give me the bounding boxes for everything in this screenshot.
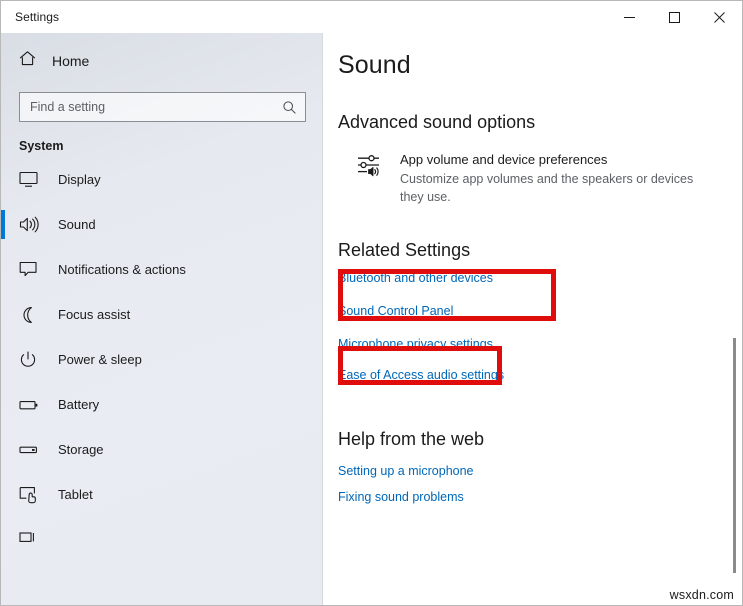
link-setting-up-a-microphone[interactable]: Setting up a microphone bbox=[338, 464, 742, 478]
moon-icon bbox=[19, 306, 41, 324]
page-title: Sound bbox=[338, 51, 742, 80]
power-icon bbox=[19, 351, 41, 369]
settings-window: Settings bbox=[0, 0, 743, 606]
watermark: wsxdn.com bbox=[670, 588, 734, 602]
link-sound-control-panel[interactable]: Sound Control Panel bbox=[338, 304, 453, 318]
help-links: Setting up a microphone Fixing sound pro… bbox=[338, 464, 742, 504]
advanced-sound-options-heading: Advanced sound options bbox=[338, 112, 742, 133]
sidebar-item-partial[interactable] bbox=[1, 517, 322, 562]
maximize-button[interactable] bbox=[652, 1, 697, 33]
window-controls bbox=[607, 1, 742, 33]
close-icon bbox=[714, 12, 725, 23]
help-from-the-web-heading: Help from the web bbox=[338, 429, 742, 450]
sidebar-home-label: Home bbox=[52, 53, 89, 69]
search-icon[interactable] bbox=[282, 100, 299, 115]
main-content: Sound Advanced sound options bbox=[323, 33, 742, 605]
maximize-icon bbox=[669, 12, 680, 23]
home-icon bbox=[19, 50, 36, 72]
app-volume-title: App volume and device preferences bbox=[400, 151, 710, 169]
related-settings-heading: Related Settings bbox=[338, 240, 470, 261]
sidebar-item-focus-assist[interactable]: Focus assist bbox=[1, 292, 322, 337]
search-input[interactable] bbox=[30, 100, 282, 114]
sidebar-item-power-sleep-label: Power & sleep bbox=[58, 352, 142, 367]
multitasking-icon bbox=[19, 532, 41, 548]
app-volume-mixer-icon bbox=[357, 151, 383, 206]
sidebar-item-notifications[interactable]: Notifications & actions bbox=[1, 247, 322, 292]
battery-icon bbox=[19, 398, 41, 412]
related-settings-section: Related Settings Bluetooth and other dev… bbox=[338, 240, 742, 382]
search-box[interactable] bbox=[19, 92, 306, 122]
main-scrollbar[interactable] bbox=[729, 33, 739, 605]
sidebar-item-battery-label: Battery bbox=[58, 397, 99, 412]
sidebar-item-storage-label: Storage bbox=[58, 442, 104, 457]
link-fixing-sound-problems[interactable]: Fixing sound problems bbox=[338, 490, 742, 504]
sidebar-item-storage[interactable]: Storage bbox=[1, 427, 322, 472]
window-body: Home System bbox=[1, 33, 742, 605]
link-bluetooth-and-other-devices[interactable]: Bluetooth and other devices bbox=[338, 271, 742, 285]
app-volume-description: Customize app volumes and the speakers o… bbox=[400, 170, 710, 206]
sidebar: Home System bbox=[1, 33, 323, 605]
sidebar-item-notifications-label: Notifications & actions bbox=[58, 262, 186, 277]
link-ease-of-access-audio-settings[interactable]: Ease of Access audio settings bbox=[338, 368, 742, 382]
sidebar-item-tablet[interactable]: Tablet bbox=[1, 472, 322, 517]
app-volume-device-preferences-item[interactable]: App volume and device preferences Custom… bbox=[338, 151, 742, 206]
advanced-sound-options-section: Advanced sound options bbox=[338, 112, 742, 206]
sidebar-item-sound-label: Sound bbox=[58, 217, 96, 232]
sidebar-item-battery[interactable]: Battery bbox=[1, 382, 322, 427]
app-volume-text-block: App volume and device preferences Custom… bbox=[400, 151, 710, 206]
display-icon bbox=[19, 171, 41, 188]
sidebar-item-display-label: Display bbox=[58, 172, 101, 187]
related-settings-links: Bluetooth and other devices Sound Contro… bbox=[338, 271, 742, 382]
sidebar-item-sound[interactable]: Sound bbox=[1, 202, 322, 247]
sidebar-item-display[interactable]: Display bbox=[1, 157, 322, 202]
notifications-icon bbox=[19, 261, 41, 278]
minimize-icon bbox=[624, 12, 635, 23]
main-scrollbar-thumb[interactable] bbox=[733, 338, 736, 573]
sidebar-group-title: System bbox=[19, 139, 322, 153]
sidebar-item-power-sleep[interactable]: Power & sleep bbox=[1, 337, 322, 382]
close-button[interactable] bbox=[697, 1, 742, 33]
help-from-the-web-section: Help from the web Setting up a microphon… bbox=[338, 429, 742, 504]
window-title: Settings bbox=[1, 10, 59, 24]
sidebar-item-home[interactable]: Home bbox=[1, 41, 322, 81]
tablet-icon bbox=[19, 486, 41, 504]
link-microphone-privacy-settings[interactable]: Microphone privacy settings bbox=[338, 337, 742, 351]
storage-icon bbox=[19, 443, 41, 456]
minimize-button[interactable] bbox=[607, 1, 652, 33]
title-bar: Settings bbox=[1, 1, 742, 33]
sidebar-item-tablet-label: Tablet bbox=[58, 487, 93, 502]
sound-icon bbox=[19, 216, 41, 233]
sidebar-item-focus-assist-label: Focus assist bbox=[58, 307, 130, 322]
